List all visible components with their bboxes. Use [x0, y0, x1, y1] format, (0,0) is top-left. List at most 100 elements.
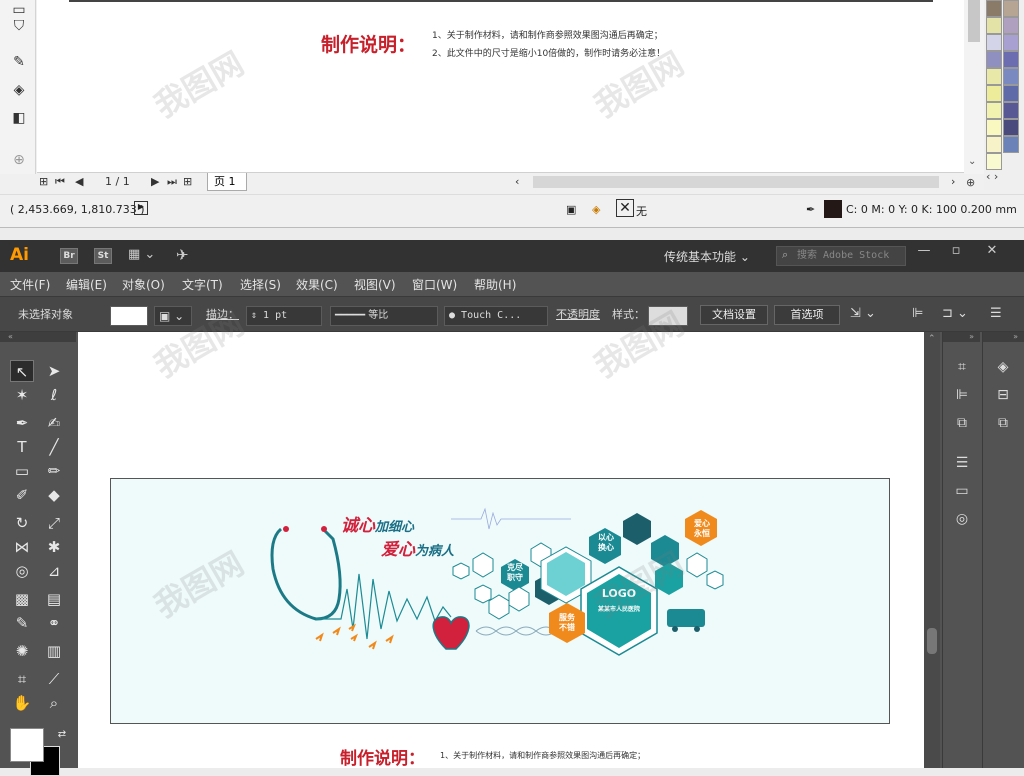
curvature-tool-icon[interactable]: ✍	[42, 412, 66, 434]
eyedropper-icon[interactable]: ✎	[9, 52, 29, 72]
swap-colors-icon[interactable]: ⇄	[50, 724, 74, 746]
hand-tool-icon[interactable]: ✋	[10, 692, 34, 714]
slice-tool-icon[interactable]: ⟋	[42, 668, 66, 690]
direct-selection-tool-icon[interactable]: ➤	[42, 360, 66, 382]
rectangle-tool-icon[interactable]: ▭	[10, 460, 34, 482]
menu-select[interactable]: 选择(S)	[240, 276, 281, 293]
scroll-thumb[interactable]	[968, 0, 980, 42]
scroll-down-icon[interactable]: ⌄	[968, 156, 976, 167]
transparency-panel-icon[interactable]: ◎	[952, 510, 972, 528]
artboard-tool-icon[interactable]: ⌗	[10, 668, 34, 690]
fill-bucket-icon[interactable]: ⛉	[9, 16, 29, 36]
eyedropper-tool-icon[interactable]: ✎	[10, 612, 34, 634]
lasso-icon[interactable]: ℓ	[42, 384, 66, 406]
add-page-after-icon[interactable]: ⊞	[183, 175, 192, 188]
stroke-label[interactable]: 描边：	[206, 306, 239, 324]
artboard-canvas[interactable]: 诚心加细心 爱心为病人 以心 换心 爱心 永恒 克尽 职守 LOGO 某某市人民…	[78, 332, 924, 769]
scroll-left-icon[interactable]: ‹	[515, 175, 519, 188]
palette-swatch[interactable]	[1003, 102, 1019, 119]
rotate-tool-icon[interactable]: ↻	[10, 512, 34, 534]
menu-object[interactable]: 对象(O)	[122, 276, 165, 293]
paint-icon[interactable]: ◈	[9, 80, 29, 100]
bridge-button[interactable]: Br	[60, 248, 78, 264]
zoom-tool-icon[interactable]: ⌕	[42, 692, 66, 714]
canvas-scroll-thumb[interactable]	[927, 628, 937, 654]
blend-tool-icon[interactable]: ⚭	[42, 612, 66, 634]
selection-tool-icon[interactable]: ↖	[10, 360, 34, 382]
stock-search-input[interactable]: 搜索 Adobe Stock	[776, 246, 906, 266]
arrange-icon[interactable]: ⇲ ⌄	[850, 306, 876, 324]
menu-edit[interactable]: 编辑(E)	[66, 276, 107, 293]
minimize-button[interactable]: —	[910, 242, 938, 260]
gradient-tool-icon[interactable]: ▤	[42, 588, 66, 610]
pen-icon[interactable]: ✒	[806, 203, 815, 216]
palette-swatch[interactable]	[1003, 0, 1019, 17]
maximize-button[interactable]: ▫	[942, 242, 970, 260]
panel-collapse-icon[interactable]: »	[983, 332, 1024, 342]
pathfinder-icon[interactable]: ⧉	[952, 414, 972, 432]
workspace-switcher[interactable]: 传统基本功能 ⌄	[664, 248, 750, 265]
object-icon[interactable]: ▣	[566, 203, 576, 216]
panel-menu-icon[interactable]: ☰	[990, 306, 1002, 324]
last-page-icon[interactable]: ⏭	[167, 175, 177, 189]
pen-tool-icon[interactable]: ✒	[10, 412, 34, 434]
palette-swatch[interactable]	[986, 51, 1002, 68]
palette-swatch[interactable]	[986, 34, 1002, 51]
align-icon[interactable]: ⊫	[912, 306, 923, 324]
stroke-panel-icon[interactable]: ☰	[952, 454, 972, 472]
palette-swatch[interactable]	[1003, 85, 1019, 102]
vertical-scrollbar[interactable]: ⌄	[964, 0, 984, 174]
distribute-icon[interactable]: ⊐ ⌄	[942, 306, 968, 324]
stroke-color-dropdown[interactable]: ▣ ⌄	[154, 306, 192, 326]
palette-swatch[interactable]	[986, 119, 1002, 136]
stroke-weight-input[interactable]: ⇕ 1 pt	[246, 306, 322, 326]
palette-scroll-icon[interactable]: ‹ ›	[986, 170, 998, 183]
palette-swatch[interactable]	[986, 0, 1002, 17]
drawing-canvas[interactable]: 制作说明： 1、关于制作材料，请和制作商参照效果图沟通后再确定； 2、此文件中的…	[37, 0, 964, 174]
palette-swatch[interactable]	[1003, 17, 1019, 34]
next-page-icon[interactable]: ▶	[151, 175, 159, 188]
shape-builder-icon[interactable]: ◎	[10, 560, 34, 582]
horizontal-scrollbar[interactable]	[533, 176, 939, 188]
palette-swatch[interactable]	[1003, 136, 1019, 153]
add-icon[interactable]: ⊕	[9, 150, 29, 170]
preferences-button[interactable]: 首选项	[774, 305, 840, 325]
palette-swatch[interactable]	[1003, 34, 1019, 51]
palette-swatch[interactable]	[986, 85, 1002, 102]
line-tool-icon[interactable]: ╱	[42, 436, 66, 458]
palette-swatch[interactable]	[986, 153, 1002, 170]
perspective-grid-icon[interactable]: ⊿	[42, 560, 66, 582]
palette-swatch[interactable]	[1003, 68, 1019, 85]
menu-file[interactable]: 文件(F)	[10, 276, 50, 293]
outline-color-swatch[interactable]	[824, 200, 842, 218]
interactive-fill-icon[interactable]: ◧	[9, 108, 29, 128]
transform-icon[interactable]: ⌗	[952, 358, 972, 376]
dock-collapse-icon[interactable]: »	[943, 332, 980, 342]
align-panel-icon[interactable]: ⊫	[952, 386, 972, 404]
canvas-vertical-scrollbar[interactable]: ⌃	[924, 332, 940, 768]
play-icon[interactable]: ▶	[134, 201, 148, 215]
document-setup-button[interactable]: 文档设置	[700, 305, 768, 325]
menu-window[interactable]: 窗口(W)	[412, 276, 457, 293]
palette-swatch[interactable]	[986, 102, 1002, 119]
palette-swatch[interactable]	[986, 17, 1002, 34]
asset-export-icon[interactable]: ⊟	[993, 386, 1013, 404]
page-tab[interactable]: 页 1	[207, 173, 247, 191]
paintbrush-icon[interactable]: ✏	[42, 460, 66, 482]
fill-icon[interactable]: ◈	[592, 203, 600, 216]
stock-button[interactable]: St	[94, 248, 112, 264]
artboards-icon[interactable]: ⧉	[993, 414, 1013, 432]
opacity-label[interactable]: 不透明度	[556, 306, 600, 324]
fill-color-dropdown[interactable]	[110, 306, 148, 326]
magic-wand-icon[interactable]: ✶	[10, 384, 34, 406]
palette-swatch[interactable]	[1003, 51, 1019, 68]
no-fill-icon[interactable]: ✕	[616, 199, 634, 217]
stroke-profile-dropdown[interactable]: ━━━━━ 等比	[330, 306, 438, 326]
style-dropdown[interactable]	[648, 306, 688, 326]
palette-swatch[interactable]	[1003, 119, 1019, 136]
menu-effect[interactable]: 效果(C)	[296, 276, 338, 293]
add-page-icon[interactable]: ⊞	[39, 175, 48, 188]
first-page-icon[interactable]: ⏮	[55, 175, 65, 189]
column-graph-icon[interactable]: ▥	[42, 640, 66, 662]
tools-collapse-icon[interactable]: «	[0, 332, 76, 342]
